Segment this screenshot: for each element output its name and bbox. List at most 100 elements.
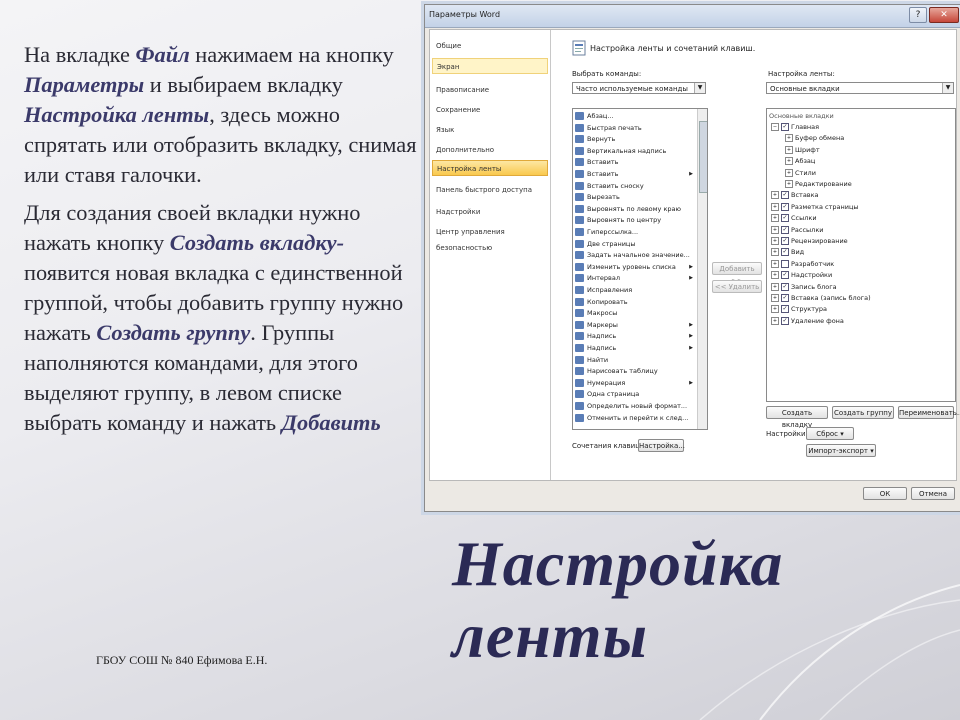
ribbon-tab-item[interactable]: + Буфер обмена (785, 133, 844, 144)
nav-item[interactable]: Настройка ленты (432, 160, 548, 176)
ribbon-tab-item[interactable]: + ✓ Вставка (запись блога) (771, 293, 871, 304)
expand-icon[interactable]: + (771, 259, 779, 268)
command-item[interactable]: Абзац... (575, 111, 695, 122)
nav-item[interactable]: Дополнительно (432, 142, 548, 158)
tab-checkbox[interactable]: ✓ (781, 225, 789, 234)
import-export-button[interactable]: Импорт-экспорт ▾ (806, 444, 876, 457)
ribbon-tab-item[interactable]: + ✓ Удаление фона (771, 316, 844, 327)
command-item[interactable]: Вставить (575, 157, 695, 168)
nav-item[interactable]: Сохранение (432, 102, 548, 118)
command-item[interactable]: Вставить ▶ (575, 169, 695, 180)
customize-ribbon-combo[interactable]: Основные вкладки ▼ (766, 82, 954, 94)
expand-icon[interactable]: + (771, 271, 779, 280)
add-button[interactable]: Добавить >> (712, 262, 762, 285)
command-item[interactable]: Вернуть (575, 134, 695, 145)
tab-checkbox[interactable]: ✓ (781, 123, 789, 131)
ribbon-tab-item[interactable]: + ✓ Структура (771, 304, 827, 315)
command-item[interactable]: Выровнять по центру (575, 215, 695, 226)
command-item[interactable]: Интервал ▶ (575, 273, 695, 284)
nav-item[interactable]: Экран (432, 58, 548, 74)
command-item[interactable]: Надпись ▶ (575, 331, 695, 342)
command-item[interactable]: Найти (575, 355, 695, 366)
ribbon-tab-item[interactable]: + ✓ Вставка (771, 190, 819, 201)
scrollbar-thumb[interactable] (699, 121, 707, 193)
ribbon-tab-item[interactable]: + ✓ Рассылки (771, 225, 824, 236)
expand-icon[interactable]: + (785, 180, 793, 188)
expand-icon[interactable]: + (771, 214, 779, 223)
tab-checkbox[interactable]: ✓ (781, 282, 789, 291)
command-item[interactable]: Нарисовать таблицу (575, 366, 695, 377)
nav-item[interactable]: Панель быстрого доступа (432, 182, 548, 198)
ribbon-tab-item[interactable]: + Разработчик (771, 259, 834, 270)
cancel-button[interactable]: Отмена (911, 487, 955, 500)
tab-checkbox[interactable]: ✓ (781, 191, 789, 200)
ribbon-tab-item[interactable]: + Шрифт (785, 145, 820, 156)
ribbon-tab-item[interactable]: − ✓ Главная (771, 122, 819, 133)
ribbon-tab-item[interactable]: + ✓ Вид (771, 247, 804, 258)
expand-icon[interactable]: + (785, 145, 793, 154)
commands-list[interactable]: Абзац... Быстрая печать Вернуть Вертикальна… (572, 108, 708, 430)
expand-icon[interactable]: + (771, 305, 779, 314)
nav-item[interactable]: Надстройки (432, 204, 548, 220)
ribbon-tab-item[interactable]: + ✓ Ссылки (771, 213, 817, 224)
command-item[interactable]: Задать начальное значение... (575, 250, 695, 261)
ribbon-tab-item[interactable]: + ✓ Рецензирование (771, 236, 848, 247)
tab-checkbox[interactable]: ✓ (781, 305, 789, 314)
command-item[interactable]: Гиперссылка... (575, 227, 695, 238)
nav-item[interactable]: Язык (432, 122, 548, 138)
new-group-button[interactable]: Создать группу (832, 406, 894, 419)
ribbon-tabs-tree[interactable]: Основные вкладки − ✓ Главная + Буфер обмена +… (766, 108, 956, 402)
commands-scrollbar[interactable] (697, 109, 707, 429)
nav-item[interactable]: Центр управления безопасностью (432, 224, 548, 252)
nav-item[interactable]: Общие (432, 38, 548, 54)
command-item[interactable]: Макросы (575, 308, 695, 319)
command-item[interactable]: Вертикальная надпись (575, 146, 695, 157)
ribbon-tab-item[interactable]: + Абзац (785, 156, 815, 167)
ribbon-tab-item[interactable]: + ✓ Надстройки (771, 270, 832, 281)
collapse-icon[interactable]: − (771, 123, 779, 131)
command-item[interactable]: Две страницы (575, 239, 695, 250)
expand-icon[interactable]: + (785, 168, 793, 177)
command-item[interactable]: Отменить и перейти к след... (575, 413, 695, 424)
expand-icon[interactable]: + (771, 202, 779, 211)
expand-icon[interactable]: + (771, 248, 779, 257)
command-item[interactable]: Исправления (575, 285, 695, 296)
expand-icon[interactable]: + (771, 294, 779, 302)
expand-icon[interactable]: + (771, 191, 779, 200)
reset-button[interactable]: Сброс ▾ (806, 427, 854, 440)
close-button[interactable]: ✕ (929, 7, 959, 23)
command-item[interactable]: Выровнять по левому краю (575, 204, 695, 215)
rename-button[interactable]: Переименовать... (898, 406, 960, 419)
command-item[interactable]: Надпись ▶ (575, 343, 695, 354)
help-button[interactable]: ? (909, 7, 927, 23)
ribbon-tab-item[interactable]: + Редактирование (785, 179, 852, 190)
command-item[interactable]: Вставить сноску (575, 181, 695, 192)
shortcuts-customize-button[interactable]: Настройка... (638, 439, 685, 452)
expand-icon[interactable]: + (771, 316, 779, 325)
ribbon-tab-item[interactable]: + Стили (785, 168, 816, 179)
ok-button[interactable]: ОК (863, 487, 907, 500)
expand-icon[interactable]: + (771, 282, 779, 291)
command-item[interactable]: Одна страница (575, 389, 695, 400)
command-item[interactable]: Изменить уровень списка ▶ (575, 262, 695, 273)
ribbon-tab-item[interactable]: + ✓ Разметка страницы (771, 202, 859, 213)
command-item[interactable]: Копировать (575, 297, 695, 308)
expand-icon[interactable]: + (771, 237, 779, 245)
command-item[interactable]: Определить новый формат... (575, 401, 695, 412)
tab-checkbox[interactable]: ✓ (781, 271, 789, 280)
tab-checkbox[interactable]: ✓ (781, 316, 789, 325)
command-item[interactable]: Быстрая печать (575, 123, 695, 134)
tab-checkbox[interactable]: ✓ (781, 214, 789, 223)
tab-checkbox[interactable]: ✓ (781, 202, 789, 211)
command-item[interactable]: Нумерация ▶ (575, 378, 695, 389)
command-item[interactable]: Вырезать (575, 192, 695, 203)
expand-icon[interactable]: + (785, 157, 793, 166)
command-item[interactable]: Маркеры ▶ (575, 320, 695, 331)
tab-checkbox[interactable]: ✓ (781, 237, 789, 245)
expand-icon[interactable]: + (771, 225, 779, 234)
choose-commands-combo[interactable]: Часто используемые команды ▼ (572, 82, 706, 94)
new-tab-button[interactable]: Создать вкладку (766, 406, 828, 429)
nav-item[interactable]: Правописание (432, 82, 548, 98)
tab-checkbox[interactable]: ✓ (781, 248, 789, 257)
remove-button[interactable]: << Удалить (712, 280, 762, 293)
